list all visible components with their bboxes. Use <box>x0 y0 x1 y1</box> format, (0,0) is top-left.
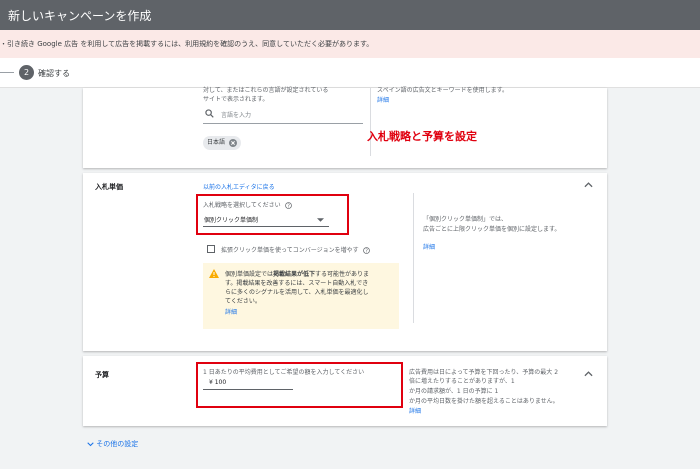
divider <box>413 193 414 323</box>
language-description-1: 対して、またはこれらの言語が設定されている <box>203 87 329 94</box>
bid-strategy-select[interactable]: 個別クリック単価制 <box>203 211 329 227</box>
budget-details-link[interactable]: 詳細 <box>409 406 421 415</box>
step-number-badge: 2 <box>19 65 34 80</box>
language-chip-japanese[interactable]: 日本語 <box>203 136 241 150</box>
budget-side-text-2: 倍に増えたりすることがありますが、1 <box>409 378 515 385</box>
strategy-label: 入札戦略を選択してください ? <box>203 200 292 209</box>
chevron-up-icon[interactable] <box>584 181 593 188</box>
divider <box>370 88 371 156</box>
bid-side-text-2: 広告ごとに上限クリック単価を個別に設定します。 <box>423 226 561 233</box>
search-icon <box>205 109 214 118</box>
chevron-down-icon <box>87 441 94 446</box>
warning-text-bold: 掲載結果が低下 <box>273 271 316 278</box>
language-search-placeholder: 言語を入力 <box>221 112 252 119</box>
alert-message: ・引き続き Google 広告 を利用して広告を掲載するには、利用規約を確認のう… <box>0 40 374 48</box>
more-settings-link[interactable]: その他の設定 <box>87 439 138 449</box>
bid-side-details-link[interactable]: 詳細 <box>423 242 435 251</box>
legacy-editor-link[interactable]: 以前の入札エディタに戻る <box>203 182 275 191</box>
chevron-up-icon[interactable] <box>584 370 593 377</box>
page-title: 新しいキャンペーンを作成 <box>8 9 152 23</box>
help-icon[interactable]: ? <box>362 247 370 254</box>
warning-text-1a: 個別単価設定では <box>225 271 274 278</box>
warning-text-2: す。掲載結果を改善するには、スマート自動入札でき <box>225 280 369 287</box>
daily-budget-value: ¥ 100 <box>209 379 227 386</box>
budget-side-text-1: 広告費用は日によって予算を下回ったり、予算の最大 2 <box>409 369 559 376</box>
warning-text-4: てください。 <box>225 298 261 305</box>
bidding-card: 入札単価 以前の入札エディタに戻る 入札戦略を選択してください ? 個別クリック… <box>83 173 607 351</box>
enhanced-cpc-label-text: 拡張クリック単価を使ってコンバージョンを増やす <box>221 247 359 254</box>
warning-text-1b: する可能性がありま <box>315 271 370 278</box>
warning-text-3: らに多くのシグナルを活用して、入札単価を最適化し <box>225 289 369 296</box>
budget-side-text-4: か月の平均日数を掛けた額を超えることはありません。 <box>409 398 559 405</box>
language-chip-label: 日本語 <box>207 139 226 146</box>
warning-details-link[interactable]: 詳細 <box>225 307 237 316</box>
warning-icon <box>209 269 219 278</box>
help-icon[interactable]: ? <box>284 202 292 209</box>
step-label[interactable]: 確認する <box>38 68 70 79</box>
budget-section-title: 予算 <box>95 371 109 379</box>
strategy-label-text: 入札戦略を選択してください <box>203 202 281 209</box>
top-bar: 新しいキャンペーンを作成 <box>0 0 700 30</box>
more-settings-label: その他の設定 <box>96 440 139 448</box>
budget-side-text-3: か月の請求額が、1 日の予算に 1 <box>409 388 499 395</box>
budget-prompt: 1 日あたりの平均費用としてご希望の額を入力してください <box>203 369 365 376</box>
bid-warning-box: 個別単価設定では掲載結果が低下する可能性がありま す。掲載結果を改善するには、ス… <box>203 263 399 329</box>
bid-side-text-1: 「個別クリック単価制」では、 <box>423 216 508 223</box>
daily-budget-input[interactable]: ¥ 100 <box>203 376 293 390</box>
caret-down-icon <box>317 218 324 222</box>
bid-strategy-value: 個別クリック単価制 <box>204 217 259 224</box>
enhanced-cpc-label: 拡張クリック単価を使ってコンバージョンを増やす ? <box>221 245 370 254</box>
stepper-line <box>0 72 14 73</box>
annotation-label: 入札戦略と予算を設定 <box>367 130 477 143</box>
language-card: 対して、またはこれらの言語が設定されている サイトで表示されます。 言語を入力 … <box>83 87 607 168</box>
language-details-link[interactable]: 詳細 <box>377 95 389 104</box>
warning-text-1: 個別単価設定では掲載結果が低下する可能性がありま <box>225 269 369 278</box>
terms-alert: ・引き続き Google 広告 を利用して広告を掲載するには、利用規約を確認のう… <box>0 30 700 58</box>
svg-text:?: ? <box>365 248 368 254</box>
language-help-text: スペイン語の広告文とキーワードを使用します。 <box>377 87 508 94</box>
language-description-2: サイトで表示されます。 <box>203 96 269 103</box>
stepper: 2 確認する <box>0 58 700 88</box>
enhanced-cpc-checkbox[interactable] <box>207 245 215 253</box>
language-search-field[interactable]: 言語を入力 <box>203 104 363 124</box>
close-icon[interactable] <box>228 138 237 147</box>
svg-text:?: ? <box>287 203 290 209</box>
budget-card: 予算 1 日あたりの平均費用としてご希望の額を入力してください ¥ 100 広告… <box>83 356 607 426</box>
bidding-section-title: 入札単価 <box>95 183 123 191</box>
